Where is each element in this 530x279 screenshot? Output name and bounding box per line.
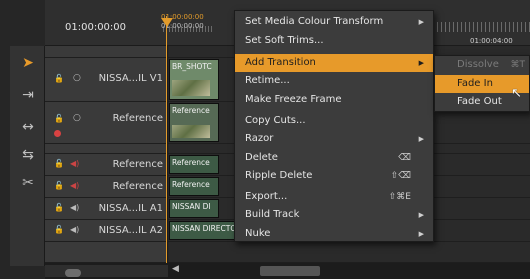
menu-item-set-soft-trims[interactable]: Set Soft Trims...	[235, 32, 433, 50]
submenu-arrow-icon: ▶	[418, 135, 424, 143]
scroll-thumb[interactable]	[260, 266, 320, 276]
slip-icon[interactable]: ↔	[19, 118, 37, 136]
playhead-line[interactable]	[166, 16, 167, 266]
menu-item-razor[interactable]: Razor ▶	[235, 130, 433, 148]
menu-item-build-track[interactable]: Build Track ▶	[235, 206, 433, 224]
track-content[interactable]	[169, 242, 530, 262]
clip-label: BR_SHOTC	[172, 62, 212, 71]
reference-clip[interactable]: Reference	[169, 103, 219, 142]
playhead-handle[interactable]	[161, 18, 173, 27]
menu-item-copy-cuts[interactable]: Copy Cuts...	[235, 112, 433, 130]
menu-item-label: Ripple Delete	[245, 170, 313, 181]
shortcut-label: ⌘T	[510, 60, 526, 70]
track-name: NISSA...IL A2	[98, 225, 163, 236]
menu-item-label: Delete	[245, 152, 278, 163]
tool-bar: ➤ ⇥ ↔ ⇆ ✂	[10, 46, 45, 266]
shortcut-label: ⌫	[398, 153, 411, 163]
context-menu: Set Media Colour Transform ▶ Set Soft Tr…	[234, 10, 434, 242]
track-header	[45, 242, 168, 262]
speaker-icon[interactable]: ◀)	[70, 203, 79, 212]
submenu-arrow-icon: ▶	[418, 59, 424, 67]
track-header[interactable]	[45, 46, 168, 57]
menu-item-label: Build Track	[245, 209, 300, 220]
submenu-arrow-icon: ▶	[418, 211, 424, 219]
razor-icon[interactable]: ✂	[19, 174, 37, 192]
submenu-arrow-icon: ▶	[418, 18, 424, 26]
speaker-icon[interactable]: ◀)	[70, 225, 79, 234]
menu-item-retime[interactable]: Retime...	[235, 72, 433, 90]
audio-clip[interactable]: Reference	[169, 155, 219, 174]
menu-item-label: Make Freeze Frame	[245, 94, 342, 105]
menu-item-label: Set Media Colour Transform	[245, 16, 384, 27]
track-header	[45, 144, 168, 153]
zoom-slider-handle[interactable]	[65, 269, 81, 277]
track-header[interactable]: 🔓 ○ NISSA...IL V1	[45, 58, 168, 101]
eye-icon[interactable]: ○	[73, 113, 81, 123]
clip-label: Reference	[172, 158, 210, 167]
menu-item-delete[interactable]: Delete ⌫	[235, 149, 433, 167]
shortcut-label: ⇧⌘E	[388, 192, 411, 202]
submenu-item-label: Dissolve	[457, 59, 499, 70]
menu-item-nuke[interactable]: Nuke ▶	[235, 225, 433, 243]
record-indicator	[54, 130, 61, 137]
lock-icon[interactable]: 🔓	[54, 203, 64, 212]
menu-item-label: Nuke	[245, 228, 271, 239]
track-forward-icon[interactable]: ⇥	[19, 86, 37, 104]
submenu-item-label: Fade In	[457, 78, 493, 89]
menu-item-set-media-colour-transform[interactable]: Set Media Colour Transform ▶	[235, 13, 433, 31]
lock-icon[interactable]: 🔓	[54, 114, 64, 123]
clip-thumbnail	[172, 80, 210, 96]
track-name: Reference	[112, 181, 163, 192]
speaker-icon[interactable]: ◀)	[70, 159, 79, 168]
shortcut-label: ⇧⌫	[390, 171, 411, 181]
slide-icon[interactable]: ⇆	[19, 146, 37, 164]
clip-label: Reference	[172, 106, 210, 115]
menu-item-ripple-delete[interactable]: Ripple Delete ⇧⌫	[235, 167, 433, 185]
menu-item-label: Copy Cuts...	[245, 115, 306, 126]
timecode-start: 01:00:00:00	[65, 22, 127, 33]
lock-icon[interactable]: 🔓	[54, 74, 64, 83]
track-header[interactable]: 🔓 ◀) Reference	[45, 176, 168, 197]
audio-clip[interactable]: Reference	[169, 177, 219, 196]
clip-label: NISSAN DI	[172, 202, 211, 211]
timeline-window: 01:00:00:00 01:00:00:00 01:00:00:00 01:0…	[0, 0, 530, 279]
menu-item-export[interactable]: Export... ⇧⌘E	[235, 188, 433, 206]
menu-item-label: Razor	[245, 133, 274, 144]
menu-item-label: Retime...	[245, 75, 290, 86]
clip-label: Reference	[172, 180, 210, 189]
lock-icon[interactable]: 🔓	[54, 159, 64, 168]
menu-item-label: Add Transition	[245, 57, 316, 68]
submenu-item-label: Fade Out	[457, 96, 502, 107]
track-name: NISSA...IL A1	[98, 203, 163, 214]
transition-submenu: Dissolve ⌘T Fade In Fade Out	[434, 55, 530, 112]
lock-icon[interactable]: 🔓	[54, 181, 64, 190]
speaker-icon[interactable]: ◀)	[70, 181, 79, 190]
track-header[interactable]: 🔓 ◀) NISSA...IL A1	[45, 198, 168, 219]
clip-thumbnail	[172, 125, 210, 138]
audio-clip[interactable]: NISSAN DI	[169, 199, 219, 218]
menu-item-add-transition[interactable]: Add Transition ▶	[235, 54, 433, 72]
track-name: Reference	[112, 113, 163, 124]
track-header[interactable]: 🔓 ◀) Reference	[45, 154, 168, 175]
lock-icon[interactable]: 🔓	[54, 225, 64, 234]
submenu-arrow-icon: ▶	[418, 230, 424, 238]
submenu-item-dissolve[interactable]: Dissolve ⌘T	[435, 56, 529, 74]
track-name: NISSA...IL V1	[98, 73, 163, 84]
select-icon[interactable]: ➤	[19, 54, 37, 72]
eye-icon[interactable]: ○	[73, 73, 81, 83]
track-row	[45, 242, 530, 263]
video-clip[interactable]: BR_SHOTC	[169, 59, 219, 100]
scroll-left-arrow-icon[interactable]: ◀	[172, 264, 179, 274]
track-header[interactable]: 🔓 ○ Reference	[45, 102, 168, 143]
track-name: Reference	[112, 159, 163, 170]
menu-item-label: Set Soft Trims...	[245, 35, 324, 46]
zoom-slider-track[interactable]	[45, 265, 168, 277]
track-header[interactable]: 🔓 ◀) NISSA...IL A2	[45, 220, 168, 241]
ruler-ticks-right	[425, 22, 530, 32]
mouse-cursor-icon: ↖	[511, 86, 522, 101]
timecode-end: 01:00:04:00	[470, 37, 513, 45]
horizontal-scrollbar[interactable]: ◀	[45, 263, 530, 279]
menu-item-label: Export...	[245, 191, 288, 202]
menu-item-make-freeze-frame[interactable]: Make Freeze Frame	[235, 91, 433, 109]
